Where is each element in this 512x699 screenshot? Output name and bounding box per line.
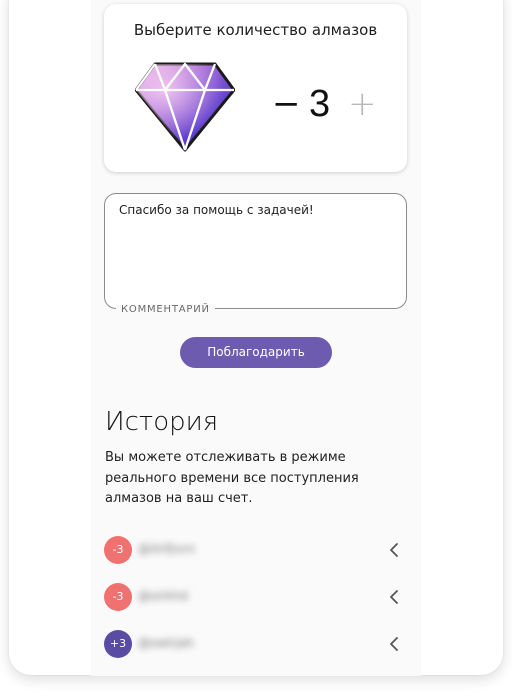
thank-button[interactable]: Поблагодарить	[180, 337, 332, 368]
comment-field[interactable]: Спасибо за помощь с задачей!	[104, 193, 407, 309]
history-item-name: @oirkhd	[138, 589, 188, 603]
diamond-count: 3	[309, 83, 331, 125]
history-description: Вы можете отслеживать в режиме реального…	[105, 450, 359, 506]
history-item-name: @ilirfjivrn	[138, 542, 196, 556]
chevron-left-icon[interactable]	[388, 589, 400, 605]
amount-badge: +3	[104, 630, 132, 658]
history-item-name: @owlrjah	[138, 636, 194, 650]
amount-badge: -3	[104, 536, 132, 564]
comment-text: Спасибо за помощь с задачей!	[119, 203, 314, 217]
history-item[interactable]: +3 @owlrjah	[104, 630, 404, 658]
chevron-left-icon[interactable]	[388, 542, 400, 558]
history-item[interactable]: -3 @ilirfjivrn	[104, 536, 404, 564]
amount-badge: -3	[104, 583, 132, 611]
comment-label: КОММЕНТАРИЙ	[116, 304, 215, 315]
history-title: История	[105, 407, 219, 437]
chevron-left-icon[interactable]	[388, 636, 400, 652]
diamond-picker-title: Выберите количество алмазов	[133, 21, 378, 39]
diamond-picker-card: Выберите количество алмазов − 3 +	[104, 4, 407, 172]
diamond-icon	[135, 62, 235, 152]
decrease-button[interactable]: −	[272, 84, 301, 124]
increase-button[interactable]: +	[348, 82, 377, 126]
history-item[interactable]: -3 @oirkhd	[104, 583, 404, 611]
